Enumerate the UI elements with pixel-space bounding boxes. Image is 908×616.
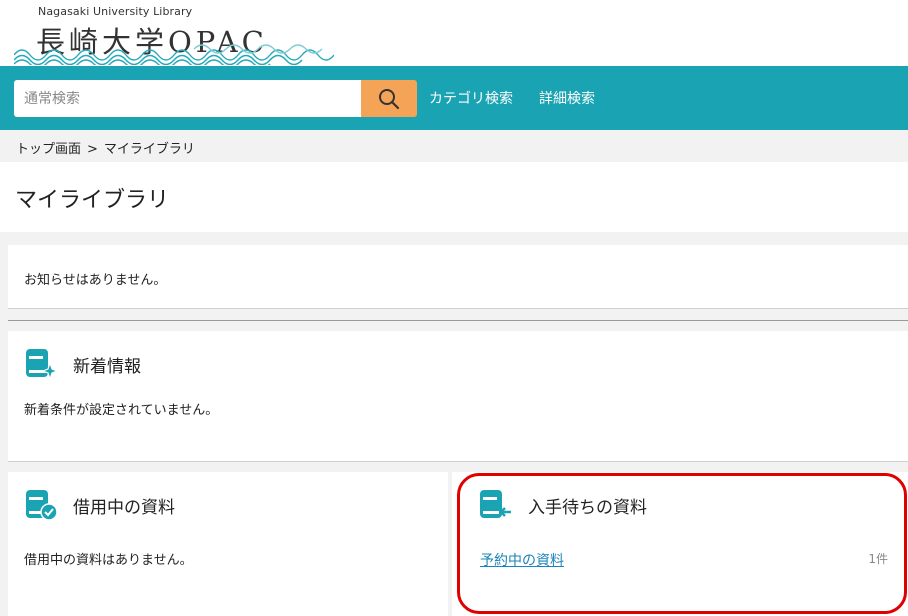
notice-text: お知らせはありません。 bbox=[24, 273, 167, 288]
loans-panel: 借用中の資料 借用中の資料はありません。 bbox=[8, 472, 448, 616]
new-items-panel: 新着情報 新着条件が設定されていません。 bbox=[8, 331, 908, 462]
book-sparkle-icon bbox=[26, 349, 58, 381]
reserved-items-count: 1件 bbox=[868, 552, 888, 566]
breadcrumb-home[interactable]: トップ画面 bbox=[16, 142, 81, 157]
holds-title: 入手待ちの資料 bbox=[528, 498, 647, 518]
reserved-items-link[interactable]: 予約中の資料 bbox=[480, 550, 564, 570]
loans-title: 借用中の資料 bbox=[73, 498, 175, 518]
breadcrumb-current: マイライブラリ bbox=[103, 142, 195, 157]
search-nav-bar: カテゴリ検索 詳細検索 bbox=[0, 66, 908, 130]
search-input[interactable] bbox=[14, 80, 362, 117]
wave-pattern-icon bbox=[14, 44, 334, 65]
logo-subtitle: Nagasaki University Library bbox=[38, 5, 193, 18]
breadcrumb-separator: > bbox=[87, 142, 98, 157]
loans-text: 借用中の資料はありません。 bbox=[24, 553, 193, 568]
category-search-link[interactable]: カテゴリ検索 bbox=[429, 88, 513, 108]
section-divider bbox=[8, 320, 908, 321]
advanced-search-link[interactable]: 詳細検索 bbox=[539, 88, 595, 108]
page-title-bar: マイライブラリ bbox=[0, 162, 908, 232]
search-icon bbox=[379, 88, 400, 109]
site-header: Nagasaki University Library 長崎大学OPAC bbox=[0, 0, 908, 66]
book-arrow-icon bbox=[480, 490, 511, 518]
breadcrumb: トップ画面 > マイライブラリ bbox=[0, 130, 908, 162]
book-check-icon bbox=[26, 490, 58, 521]
page-title: マイライブラリ bbox=[15, 188, 170, 213]
site-logo[interactable]: Nagasaki University Library 長崎大学OPAC bbox=[14, 3, 344, 65]
holds-panel: 入手待ちの資料 予約中の資料 1件 bbox=[452, 472, 908, 616]
search-button[interactable] bbox=[361, 80, 417, 117]
new-items-text: 新着条件が設定されていません。 bbox=[24, 403, 219, 418]
new-items-title: 新着情報 bbox=[73, 357, 141, 377]
notice-panel: お知らせはありません。 bbox=[8, 245, 908, 309]
